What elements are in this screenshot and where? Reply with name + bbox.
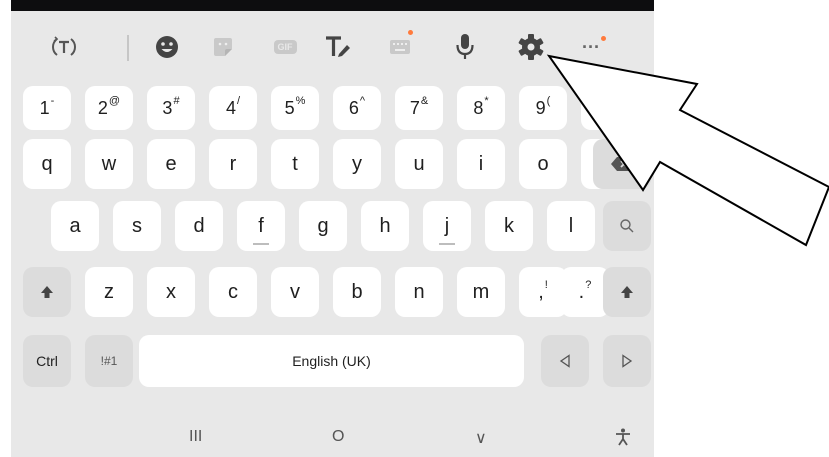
backspace-key[interactable] [593, 139, 651, 189]
right-triangle-icon [622, 354, 633, 368]
key-w[interactable]: w [85, 139, 133, 189]
key-o[interactable]: o [519, 139, 567, 189]
key-e[interactable]: e [147, 139, 195, 189]
key-9[interactable]: 9( [519, 86, 567, 130]
microphone-icon[interactable] [445, 29, 485, 65]
ctrl-key[interactable]: Ctrl [23, 335, 71, 387]
shift-arrow-icon [621, 286, 633, 298]
symbols-key[interactable]: !#1 [85, 335, 133, 387]
sticker-icon[interactable] [203, 29, 243, 65]
key-g[interactable]: g [299, 201, 347, 251]
key-4[interactable]: 4/ [209, 86, 257, 130]
key-i[interactable]: i [457, 139, 505, 189]
search-icon [620, 219, 634, 233]
key-7[interactable]: 7 & [395, 86, 443, 130]
key-b[interactable]: b [333, 267, 381, 317]
key-2[interactable]: 2 @ [85, 86, 133, 130]
key-0[interactable]: 0) [581, 86, 629, 130]
key-a[interactable]: a [51, 201, 99, 251]
key-8[interactable]: 8 * [457, 86, 505, 130]
key-x[interactable]: x [147, 267, 195, 317]
key-r[interactable]: r [209, 139, 257, 189]
cursor-left-key[interactable] [541, 335, 589, 387]
back-button[interactable]: ∨ [475, 428, 487, 448]
left-triangle-icon [559, 354, 570, 368]
key-q[interactable]: q [23, 139, 71, 189]
key-u[interactable]: u [395, 139, 443, 189]
key-5[interactable]: 5% [271, 86, 319, 130]
emoji-icon[interactable] [147, 29, 187, 65]
shift-arrow-icon [41, 286, 53, 298]
accessibility-icon[interactable] [615, 428, 631, 451]
more-label: ··· [582, 36, 600, 57]
key-1[interactable]: 1- [23, 86, 71, 130]
shift-key-left[interactable] [23, 267, 71, 317]
settings-gear-icon[interactable] [511, 29, 551, 65]
key-comma[interactable]: ,! [519, 267, 567, 317]
key-period[interactable]: .? [561, 267, 609, 317]
gif-icon[interactable]: GIF [265, 29, 305, 65]
key-k[interactable]: k [485, 201, 533, 251]
key-t[interactable]: t [271, 139, 319, 189]
notification-dot [408, 30, 413, 35]
navigation-bar: III O ∨ [11, 426, 654, 457]
key-j[interactable]: j [423, 201, 471, 251]
cursor-right-key[interactable] [603, 335, 651, 387]
status-bar-edge [11, 0, 654, 11]
translate-icon[interactable] [44, 29, 84, 65]
keyboard-toolbar: GIF ··· [11, 11, 654, 81]
gif-label: GIF [273, 40, 297, 54]
key-s[interactable]: s [113, 201, 161, 251]
more-notification-dot [601, 36, 606, 41]
key-l[interactable]: l [547, 201, 595, 251]
key-n[interactable]: n [395, 267, 443, 317]
key-6[interactable]: 6 ^ [333, 86, 381, 130]
key-3[interactable]: 3 # [147, 86, 195, 130]
recent-apps-button[interactable]: III [189, 428, 202, 446]
backspace-icon [611, 157, 633, 171]
keyboard-panel: GIF ··· 1 - 2 @ 3 # 4 / 5 % 6 ^ 7 & 8 * … [11, 11, 654, 457]
more-icon[interactable]: ··· [571, 29, 611, 65]
shift-key-right[interactable] [603, 267, 651, 317]
space-bar[interactable]: English (UK) [139, 335, 524, 387]
key-v[interactable]: v [271, 267, 319, 317]
toolbar-divider [127, 35, 129, 61]
keyboard-mode-icon[interactable] [381, 29, 421, 65]
search-key[interactable] [603, 201, 651, 251]
key-h[interactable]: h [361, 201, 409, 251]
key-m[interactable]: m [457, 267, 505, 317]
text-style-icon[interactable] [318, 29, 358, 65]
key-f[interactable]: f [237, 201, 285, 251]
key-d[interactable]: d [175, 201, 223, 251]
key-y[interactable]: y [333, 139, 381, 189]
home-button[interactable]: O [332, 428, 344, 446]
key-z[interactable]: z [85, 267, 133, 317]
key-c[interactable]: c [209, 267, 257, 317]
